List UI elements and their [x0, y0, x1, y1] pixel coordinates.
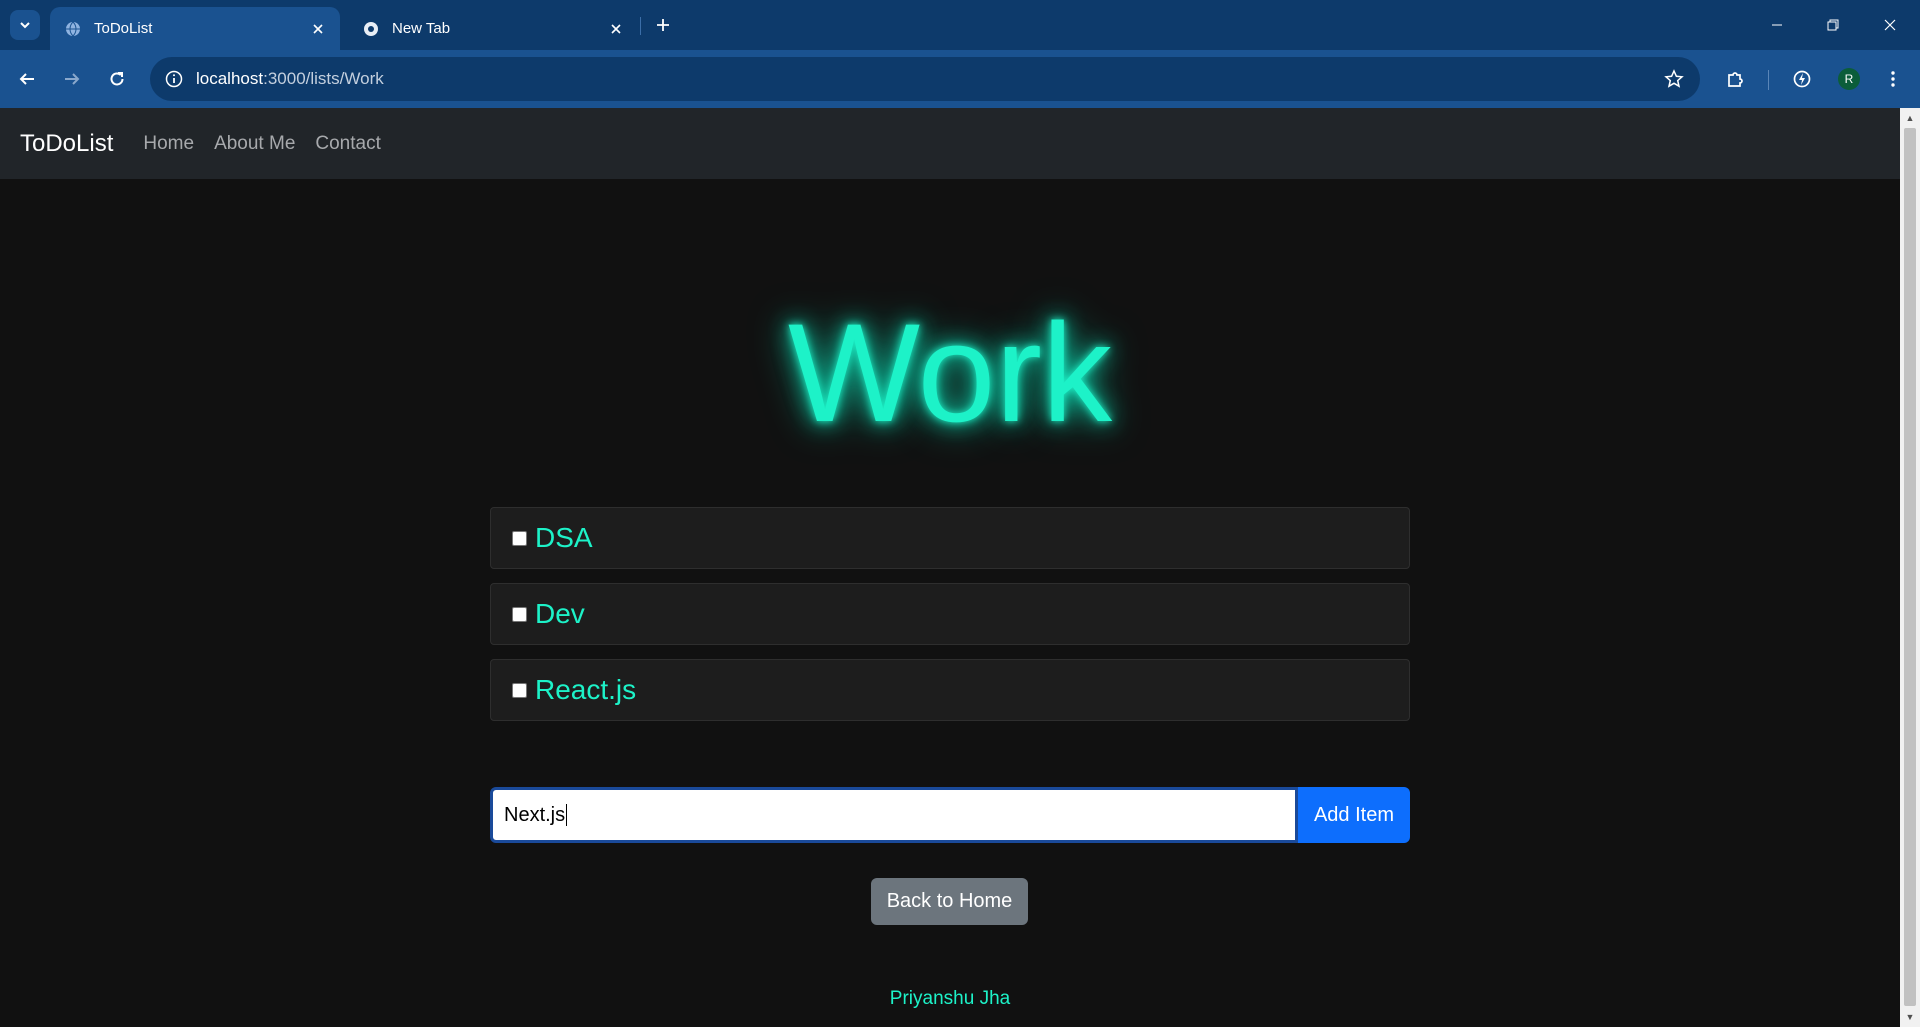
extensions-button[interactable] [1720, 64, 1750, 94]
tab-title: ToDoList [94, 20, 153, 37]
browser-menu-button[interactable] [1878, 64, 1908, 94]
arrow-right-icon [65, 73, 80, 85]
more-vertical-icon [1891, 71, 1895, 87]
scrollbar-thumb[interactable] [1904, 128, 1916, 1006]
site-navbar: ToDoList Home About Me Contact [0, 108, 1900, 179]
item-checkbox[interactable] [512, 606, 527, 622]
profile-button[interactable]: R [1834, 64, 1864, 94]
url-text: localhost:3000/lists/Work [196, 69, 1662, 89]
close-icon [1884, 19, 1896, 31]
close-icon[interactable] [606, 19, 626, 39]
url-host: localhost [196, 69, 264, 88]
window-close-button[interactable] [1870, 10, 1910, 40]
list-item: React.js [490, 659, 1410, 721]
nav-link-home[interactable]: Home [143, 133, 194, 155]
nav-link-about[interactable]: About Me [214, 133, 295, 155]
item-checkbox[interactable] [512, 682, 527, 698]
site-info-icon[interactable] [162, 67, 186, 91]
page-viewport: ToDoList Home About Me Contact Work DSA … [0, 108, 1900, 1027]
performance-button[interactable] [1787, 64, 1817, 94]
restore-button[interactable] [1813, 10, 1853, 40]
browser-tabstrip: ToDoList New Tab [0, 0, 1920, 50]
forward-button[interactable] [57, 64, 87, 94]
restore-icon [1827, 19, 1839, 31]
item-label: Dev [535, 598, 585, 629]
chevron-down-icon [20, 22, 30, 29]
scroll-up-icon[interactable]: ▲ [1900, 110, 1920, 126]
bookmark-star-icon[interactable] [1662, 67, 1686, 91]
tab-todolist[interactable]: ToDoList [50, 7, 340, 50]
footer-author: Priyanshu Jha [889, 988, 1011, 1009]
toolbar-separator [1768, 70, 1769, 90]
tab-new-tab[interactable]: New Tab [348, 7, 638, 50]
url-path: :3000/lists/Work [263, 69, 384, 88]
tab-search-button[interactable] [10, 10, 40, 40]
navbar-brand[interactable]: ToDoList [20, 130, 113, 158]
page-title: Work [787, 294, 1113, 451]
arrow-left-icon [19, 73, 34, 85]
list-item: Dev [490, 583, 1410, 645]
address-bar[interactable]: localhost:3000/lists/Work [150, 57, 1700, 101]
tab-divider [640, 17, 641, 35]
nav-link-contact[interactable]: Contact [315, 133, 380, 155]
puzzle-icon [1728, 72, 1743, 87]
tab-title: New Tab [392, 20, 451, 37]
add-item-form: Next.js Add Item [490, 787, 1410, 843]
text-caret [566, 804, 568, 826]
chrome-icon [362, 20, 380, 38]
globe-icon [64, 20, 82, 38]
item-label: React.js [535, 674, 637, 705]
new-item-value: Next.js [504, 803, 566, 826]
todo-list: DSA Dev React.js [490, 507, 1410, 735]
minimize-icon [1772, 24, 1782, 26]
close-icon[interactable] [308, 19, 328, 39]
add-item-button[interactable]: Add Item [1298, 787, 1410, 843]
minimize-button[interactable] [1757, 10, 1797, 40]
list-item: DSA [490, 507, 1410, 569]
item-checkbox[interactable] [512, 530, 527, 546]
new-item-input[interactable]: Next.js [490, 787, 1298, 843]
scroll-down-icon[interactable]: ▼ [1900, 1009, 1920, 1025]
reload-icon [110, 72, 124, 86]
new-tab-button[interactable] [650, 12, 676, 38]
reload-button[interactable] [102, 64, 132, 94]
performance-icon [1793, 70, 1811, 88]
back-button[interactable] [12, 64, 42, 94]
browser-toolbar: localhost:3000/lists/Work R [0, 50, 1920, 108]
avatar: R [1838, 68, 1860, 90]
back-to-home-button[interactable]: Back to Home [871, 878, 1028, 925]
plus-icon [657, 19, 669, 31]
item-label: DSA [535, 522, 593, 553]
page-scrollbar[interactable]: ▲ ▼ [1900, 108, 1920, 1027]
